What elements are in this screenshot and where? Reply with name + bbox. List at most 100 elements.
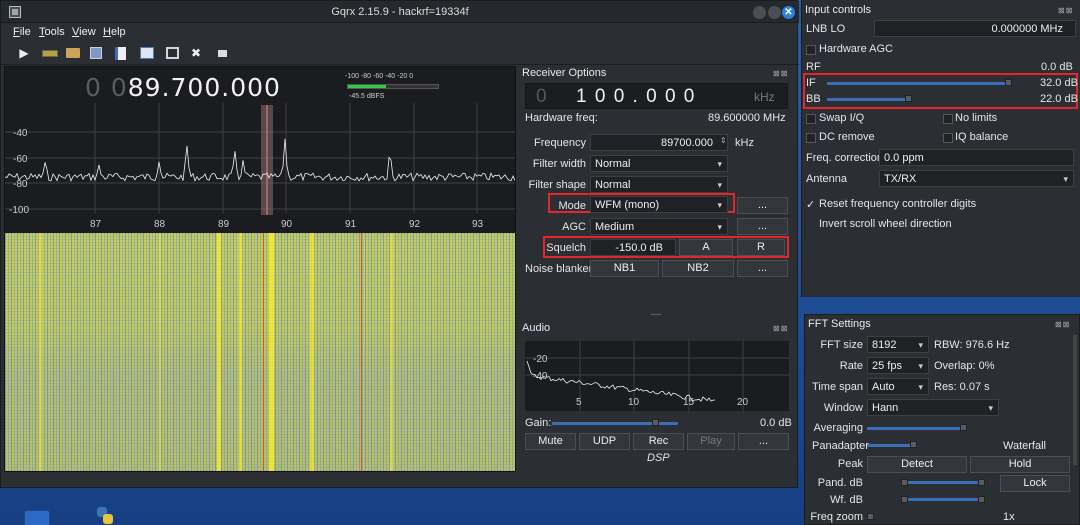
pand-db-range-slider[interactable] <box>908 481 978 484</box>
remote-icon[interactable] <box>163 44 181 62</box>
pan-wf-split-slider[interactable] <box>867 444 912 447</box>
fft-size-select[interactable]: 8192 <box>867 336 929 353</box>
iq-balance-label: IQ balance <box>955 131 1009 143</box>
menu-file[interactable]: File <box>13 26 31 38</box>
agc-label: AGC <box>562 221 586 233</box>
time-span-select[interactable]: Auto <box>867 378 929 395</box>
mute-button[interactable]: Mute <box>525 433 576 450</box>
window-select[interactable]: Hann <box>867 399 999 416</box>
averaging-slider[interactable] <box>867 427 962 430</box>
squelch-auto-button[interactable]: A <box>679 239 733 256</box>
title-bar[interactable]: Gqrx 2.15.9 - hackrf=19334f ✕ <box>1 1 799 23</box>
waveform-icon[interactable] <box>138 44 156 62</box>
audio-fft-plot[interactable]: -20 -40 5 10 15 20 <box>525 341 789 411</box>
audio-gain-handle[interactable] <box>652 419 660 426</box>
play-icon[interactable]: ▶ <box>15 44 33 62</box>
freq-zoom-handle[interactable] <box>867 513 874 520</box>
fft-panel-scrollbar[interactable] <box>1073 335 1077 465</box>
spectrum-plot[interactable]: -40 -60 -80 -100 87 88 89 90 91 92 93 <box>5 103 515 233</box>
no-limits-checkbox[interactable] <box>943 114 953 124</box>
spectrum-plot-area[interactable]: 0 089.700.000 -100 -80 -60 -40 -20 0 -45… <box>4 66 516 472</box>
nb1-button[interactable]: NB1 <box>590 260 659 277</box>
python-desktop-icon[interactable] <box>94 505 116 525</box>
play-button[interactable]: Play <box>687 433 735 450</box>
audio-title: Audio <box>522 322 551 334</box>
lnb-lo-spinbox[interactable]: 0.000000 MHz <box>874 20 1076 37</box>
noise-blanker-options-button[interactable]: ... <box>737 260 788 277</box>
panel-float-close-icon[interactable]: ⊠⊠ <box>1055 320 1070 329</box>
pand-db-min-handle[interactable] <box>901 479 908 486</box>
if-gain-slider[interactable] <box>827 82 1005 85</box>
reset-digits-option[interactable]: Reset frequency controller digits <box>819 198 976 210</box>
squelch-spinbox[interactable]: -150.0 dB <box>590 239 676 256</box>
audio-options-button[interactable]: ... <box>738 433 789 450</box>
folder-desktop-icon[interactable] <box>24 510 50 525</box>
spin-arrows-icon[interactable]: ⇕ <box>720 136 727 145</box>
settings-icon[interactable]: ✖ <box>187 44 205 62</box>
agc-options-button[interactable]: ... <box>737 218 788 235</box>
frequency-readout[interactable]: 0 089.700.000 <box>85 73 281 102</box>
panel-float-close-icon[interactable]: ⊠⊠ <box>1058 6 1073 15</box>
document-icon[interactable] <box>111 44 129 62</box>
toolbar: ▶ ✖ <box>1 41 799 65</box>
panel-float-close-icon[interactable]: ⊠⊠ <box>773 324 788 333</box>
audio-panel: Audio ⊠⊠ -20 -40 5 10 15 20 Gain: 0.0 dB… <box>518 319 798 469</box>
iq-balance-checkbox[interactable] <box>943 133 953 143</box>
antenna-select[interactable]: TX/RX <box>879 170 1074 187</box>
x-label: 88 <box>154 219 166 230</box>
frequency-label: Frequency <box>534 137 586 149</box>
wf-db-min-handle[interactable] <box>901 496 908 503</box>
agc-select[interactable]: Medium <box>590 218 728 235</box>
folder-icon[interactable] <box>64 44 82 62</box>
filter-width-select[interactable]: Normal <box>590 155 728 172</box>
audio-x-label: 5 <box>576 397 582 408</box>
frequency-spinbox[interactable]: 89700.000 <box>590 134 728 151</box>
squelch-reset-button[interactable]: R <box>737 239 785 256</box>
rate-select[interactable]: 25 fps <box>867 357 929 374</box>
mode-options-button[interactable]: ... <box>737 197 788 214</box>
x-label: 89 <box>218 219 230 230</box>
lock-button[interactable]: Lock <box>1000 475 1070 492</box>
hardware-agc-checkbox[interactable] <box>806 45 816 55</box>
checkmark-icon[interactable]: ✓ <box>806 198 815 211</box>
menu-help[interactable]: Help <box>103 26 126 38</box>
filter-shape-select[interactable]: Normal <box>590 176 728 193</box>
udp-button[interactable]: UDP <box>579 433 630 450</box>
wf-db-range-slider[interactable] <box>908 498 978 501</box>
swap-iq-checkbox[interactable] <box>806 114 816 124</box>
dsp-icon[interactable] <box>213 44 231 62</box>
rec-button[interactable]: Rec <box>633 433 684 450</box>
pand-db-max-handle[interactable] <box>978 479 985 486</box>
meter-value: -45.5 dBFS <box>349 93 385 100</box>
dc-remove-checkbox[interactable] <box>806 133 816 143</box>
bb-gain-slider[interactable] <box>827 98 907 101</box>
receiver-freq-lcd[interactable]: 0 1 0 0 . 0 0 0 kHz <box>525 83 788 109</box>
peak-hold-button[interactable]: Hold <box>970 456 1070 473</box>
invert-scroll-option[interactable]: Invert scroll wheel direction <box>819 218 952 230</box>
peak-detect-button[interactable]: Detect <box>867 456 967 473</box>
panel-float-close-icon[interactable]: ⊠⊠ <box>773 69 788 78</box>
nb2-button[interactable]: NB2 <box>662 260 734 277</box>
window-label: Window <box>823 402 863 414</box>
minimize-button[interactable] <box>753 6 766 19</box>
device-icon[interactable] <box>41 44 59 62</box>
maximize-button[interactable] <box>768 6 781 19</box>
if-gain-handle[interactable] <box>1004 79 1012 86</box>
pan-wf-split-handle[interactable] <box>910 441 917 448</box>
filter-width-label: Filter width <box>532 158 586 170</box>
menu-view[interactable]: View <box>72 26 96 38</box>
audio-x-label: 10 <box>628 397 640 408</box>
close-button[interactable]: ✕ <box>782 6 795 19</box>
freq-correction-spinbox[interactable]: 0.0 ppm <box>879 149 1074 166</box>
waterfall-display[interactable] <box>5 233 515 471</box>
bb-gain-handle[interactable] <box>904 95 912 102</box>
fft-size-label: FFT size <box>820 339 863 351</box>
wf-db-max-handle[interactable] <box>978 496 985 503</box>
menu-tools[interactable]: Tools <box>39 26 65 38</box>
dsp-tab[interactable]: DSP <box>647 452 670 464</box>
bb-gain-value: 22.0 dB <box>1040 93 1078 105</box>
overlap-value: Overlap: 0% <box>934 360 995 372</box>
save-icon[interactable] <box>87 44 105 62</box>
mode-select[interactable]: WFM (mono) <box>590 196 728 213</box>
averaging-handle[interactable] <box>960 424 967 431</box>
